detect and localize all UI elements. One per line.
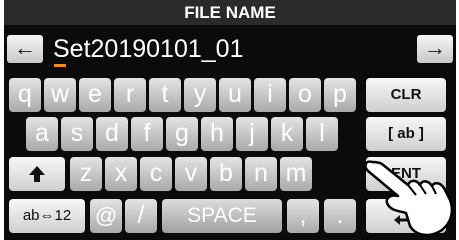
key-q[interactable]: q	[9, 78, 41, 112]
key-g[interactable]: g	[166, 117, 198, 151]
pointing-hand-icon	[364, 160, 454, 237]
key-i[interactable]: i	[254, 78, 286, 112]
key-u[interactable]: u	[219, 78, 251, 112]
key-d[interactable]: d	[96, 117, 128, 151]
key-r[interactable]: r	[114, 78, 146, 112]
key-e[interactable]: e	[79, 78, 111, 112]
case-toggle-button[interactable]: [ ab ]	[366, 117, 446, 151]
key-n[interactable]: n	[245, 157, 277, 191]
cursor-right-button[interactable]: →	[417, 35, 453, 63]
mode-toggle-button[interactable]: ab⇔12	[9, 199, 85, 233]
cursor-left-button[interactable]: ←	[7, 35, 43, 63]
arrow-left-icon: ←	[14, 35, 36, 60]
clear-button[interactable]: CLR	[366, 78, 446, 112]
shift-up-icon	[29, 166, 45, 182]
shift-button[interactable]	[9, 157, 65, 191]
key-y[interactable]: y	[184, 78, 216, 112]
key-v[interactable]: v	[175, 157, 207, 191]
key-p[interactable]: p	[324, 78, 356, 112]
key-k[interactable]: k	[271, 117, 303, 151]
key-period[interactable]: .	[324, 199, 356, 233]
key-m[interactable]: m	[280, 157, 312, 191]
screen-title: FILE NAME	[4, 0, 456, 25]
key-s[interactable]: s	[61, 117, 93, 151]
key-z[interactable]: z	[70, 157, 102, 191]
space-key[interactable]: SPACE	[162, 199, 282, 233]
key-at[interactable]: @	[90, 199, 122, 233]
arrow-right-icon: →	[424, 35, 446, 60]
key-x[interactable]: x	[105, 157, 137, 191]
key-f[interactable]: f	[131, 117, 163, 151]
key-slash[interactable]: /	[125, 199, 157, 233]
key-h[interactable]: h	[201, 117, 233, 151]
key-b[interactable]: b	[210, 157, 242, 191]
key-t[interactable]: t	[149, 78, 181, 112]
key-c[interactable]: c	[140, 157, 172, 191]
file-name-input[interactable]: Set20190101_01	[53, 32, 243, 66]
text-cursor	[54, 64, 66, 67]
key-w[interactable]: w	[44, 78, 76, 112]
key-comma[interactable]: ,	[287, 199, 319, 233]
key-a[interactable]: a	[26, 117, 58, 151]
key-o[interactable]: o	[289, 78, 321, 112]
key-l[interactable]: l	[306, 117, 338, 151]
key-j[interactable]: j	[236, 117, 268, 151]
